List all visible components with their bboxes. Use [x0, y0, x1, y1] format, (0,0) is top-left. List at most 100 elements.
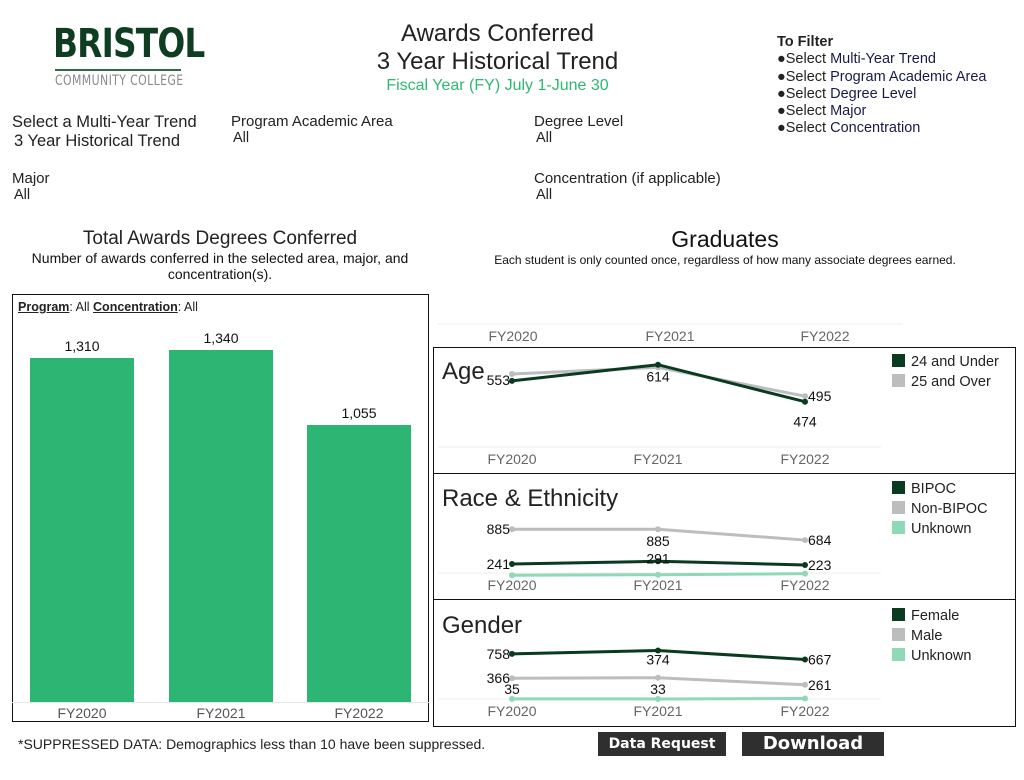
filter-instruction-item: ●Select Multi-Year Trend [777, 51, 986, 68]
concentration-filter-label: Concentration (if applicable) [534, 170, 721, 187]
data-label: 35 [504, 681, 520, 697]
total-awards-description: Number of awards conferred in the select… [10, 250, 430, 282]
x-axis-line [12, 702, 429, 703]
graduates-description: Each student is only counted once, regar… [440, 253, 1010, 267]
data-request-button[interactable]: Data Request [598, 732, 726, 756]
logo-divider [55, 69, 181, 71]
trend-filter[interactable]: Select a Multi-Year Trend 3 Year Histori… [12, 113, 197, 151]
data-point[interactable] [655, 572, 661, 578]
graduates-title: Graduates [610, 226, 840, 253]
filter-instructions: To Filter ●Select Multi-Year Trend ●Sele… [777, 34, 986, 138]
data-label: 553 [487, 372, 511, 388]
legend-item[interactable]: Unknown [892, 519, 988, 539]
trend-filter-value[interactable]: 3 Year Historical Trend [14, 132, 197, 151]
x-tick-label: FY2021 [633, 451, 682, 467]
data-point[interactable] [655, 526, 661, 532]
filter-instructions-heading: To Filter [777, 34, 833, 50]
x-tick-label: FY2022 [780, 451, 829, 467]
data-label: 667 [808, 651, 832, 667]
program-area-filter-label: Program Academic Area [231, 113, 393, 130]
legend-swatch-icon [892, 648, 905, 661]
legend-item[interactable]: Unknown [892, 646, 971, 666]
data-point[interactable] [655, 675, 661, 681]
gender-legend: Female Male Unknown [892, 606, 971, 666]
x-tick-label: FY2020 [487, 451, 536, 467]
data-label: 684 [808, 532, 832, 548]
degree-level-filter[interactable]: Degree Level All [534, 113, 623, 146]
age-legend: 24 and Under 25 and Over [892, 352, 999, 392]
data-label: 614 [646, 369, 670, 385]
bar-value-label: 1,340 [166, 330, 276, 346]
legend-swatch-icon [892, 628, 905, 641]
x-tick-label: FY2021 [166, 705, 276, 721]
bar-fy2021[interactable] [169, 350, 273, 702]
filter-instruction-item: ●Select Concentration [777, 120, 986, 137]
data-label: 261 [808, 677, 832, 693]
legend-item[interactable]: 25 and Over [892, 372, 999, 392]
x-tick-label: FY2020 [487, 577, 536, 593]
concentration-filter-value[interactable]: All [536, 187, 721, 203]
program-area-filter[interactable]: Program Academic Area All [231, 113, 393, 146]
bar-value-label: 1,055 [304, 405, 414, 421]
legend-item[interactable]: Male [892, 626, 971, 646]
x-tick-label: FY2022 [304, 705, 414, 721]
legend-swatch-icon [892, 521, 905, 534]
legend-swatch-icon [892, 374, 905, 387]
data-label: 374 [646, 652, 670, 668]
data-label: 223 [808, 557, 832, 573]
x-tick-label: FY2021 [633, 577, 682, 593]
legend-swatch-icon [892, 354, 905, 367]
x-tick-label: FY2020 [27, 705, 137, 721]
page-title-line2: 3 Year Historical Trend [340, 47, 655, 76]
legend-item[interactable]: Female [892, 606, 971, 626]
data-point[interactable] [802, 695, 808, 701]
data-point[interactable] [655, 362, 661, 368]
data-label: 241 [487, 556, 511, 572]
x-tick-label: FY2021 [645, 328, 694, 344]
total-awards-bar-chart: 1,310 FY2020 1,340 FY2021 1,055 FY2022 [12, 294, 429, 722]
data-label: 885 [487, 521, 511, 537]
legend-swatch-icon [892, 501, 905, 514]
total-awards-title: Total Awards Degrees Conferred [10, 228, 430, 250]
college-logo: BRISTOL [53, 22, 205, 66]
data-label: 885 [646, 533, 670, 549]
data-label: 495 [808, 388, 832, 404]
page-subtitle: Fiscal Year (FY) July 1-June 30 [340, 77, 655, 95]
data-label: 758 [487, 646, 511, 662]
x-tick-label: FY2022 [780, 577, 829, 593]
data-label: 291 [646, 550, 670, 566]
legend-swatch-icon [892, 481, 905, 494]
filter-instruction-item: ●Select Degree Level [777, 86, 986, 103]
graduates-line-chart: FY2020FY2021FY20221,1591,218969 [433, 268, 1016, 346]
major-filter-label: Major [12, 170, 50, 187]
degree-level-filter-value[interactable]: All [536, 130, 623, 146]
legend-item[interactable]: BIPOC [892, 479, 988, 499]
x-tick-label: FY2022 [780, 703, 829, 719]
degree-level-filter-label: Degree Level [534, 113, 623, 130]
x-tick-label: FY2022 [800, 328, 849, 344]
download-pdf-button[interactable]: Download PDF [742, 732, 884, 756]
race-ethnicity-legend: BIPOC Non-BIPOC Unknown [892, 479, 988, 539]
x-tick-label: FY2020 [488, 328, 537, 344]
bar-fy2022[interactable] [307, 425, 411, 702]
trend-filter-label: Select a Multi-Year Trend [12, 113, 197, 132]
data-point[interactable] [509, 572, 515, 578]
x-tick-label: FY2020 [487, 703, 536, 719]
filter-instruction-item: ●Select Major [777, 103, 986, 120]
college-logo-subtitle: COMMUNITY COLLEGE [55, 73, 184, 89]
data-label: 474 [793, 414, 817, 430]
bar-fy2020[interactable] [30, 358, 134, 702]
program-area-filter-value[interactable]: All [233, 130, 393, 146]
legend-item[interactable]: 24 and Under [892, 352, 999, 372]
filter-instruction-item: ●Select Program Academic Area [777, 69, 986, 86]
legend-swatch-icon [892, 608, 905, 621]
legend-item[interactable]: Non-BIPOC [892, 499, 988, 519]
concentration-filter[interactable]: Concentration (if applicable) All [534, 170, 721, 203]
suppressed-data-note: *SUPPRESSED DATA: Demographics less than… [18, 736, 485, 752]
page-title-line1: Awards Conferred [340, 19, 655, 48]
bar-value-label: 1,310 [27, 338, 137, 354]
data-label: 33 [650, 681, 666, 697]
major-filter[interactable]: Major All [12, 170, 50, 203]
major-filter-value[interactable]: All [14, 187, 50, 203]
x-tick-label: FY2021 [633, 703, 682, 719]
